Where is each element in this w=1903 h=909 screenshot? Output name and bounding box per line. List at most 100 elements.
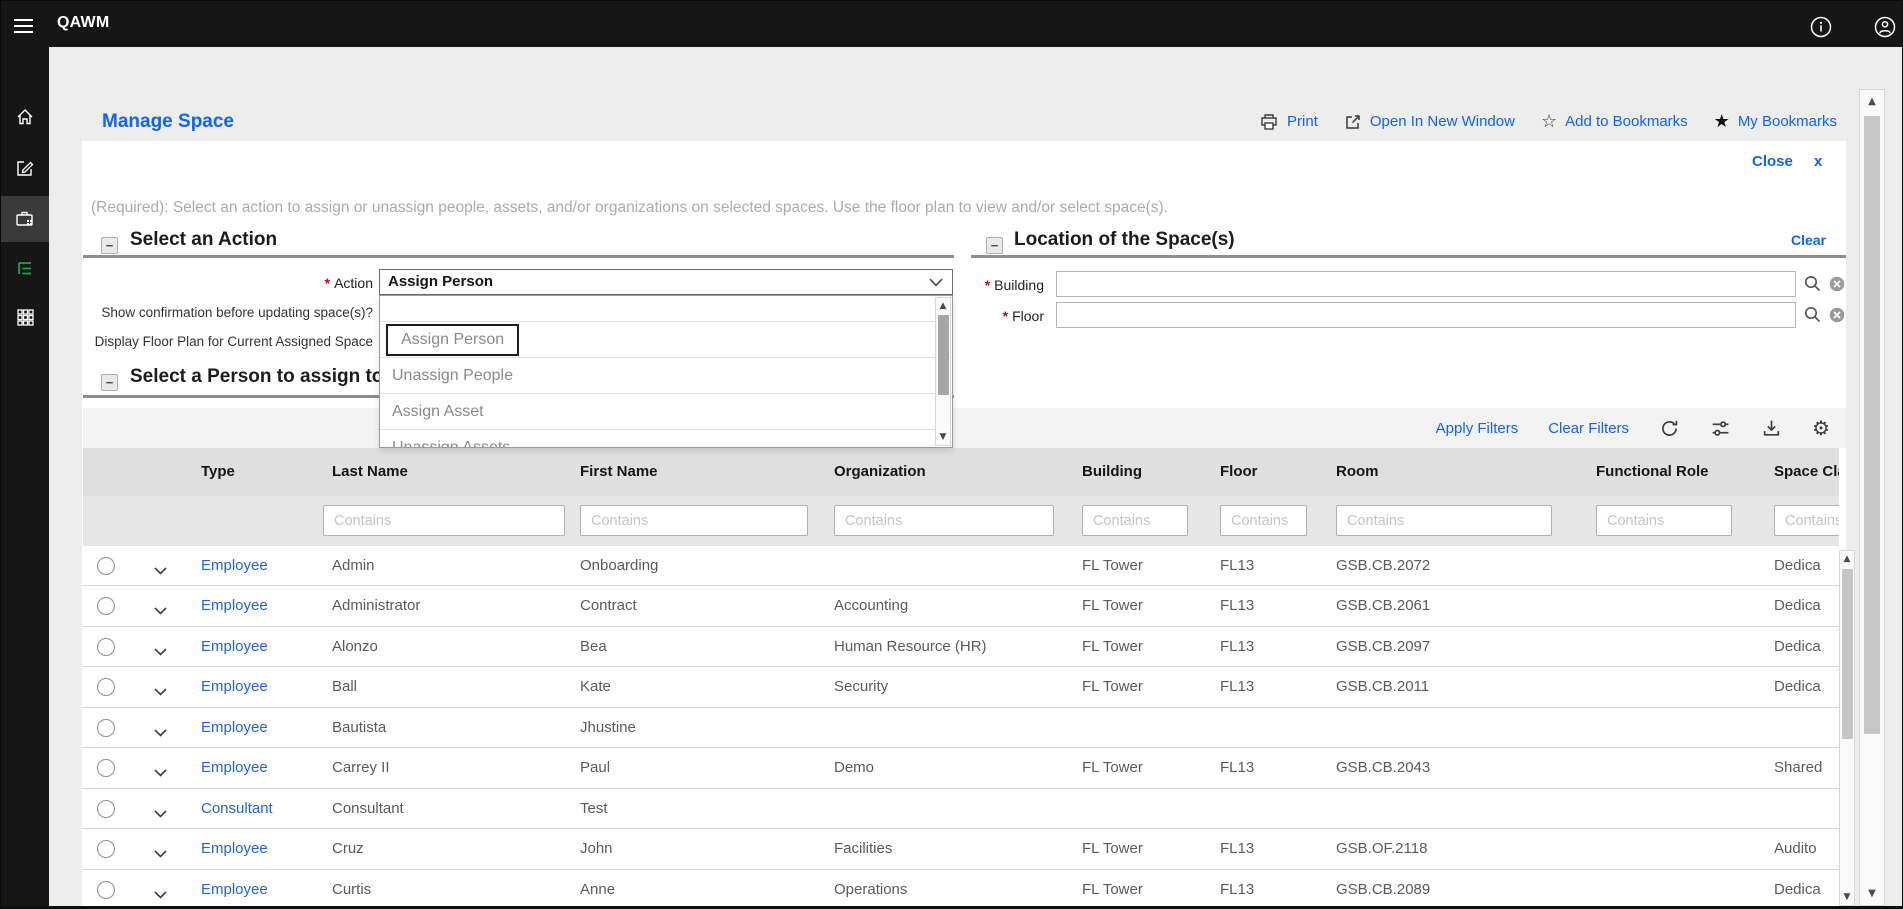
sidebar-item-manage-space[interactable] (1, 196, 49, 242)
row-expand-chevron-icon[interactable] (154, 724, 167, 742)
cell-type[interactable]: Employee (201, 870, 268, 909)
column-header-first[interactable]: First Name (580, 448, 658, 496)
floor-search-icon[interactable] (1803, 305, 1822, 324)
scroll-up-icon[interactable]: ▲ (936, 301, 950, 311)
cell-first: Onboarding (580, 546, 658, 586)
sidebar-item-apps-grid[interactable] (1, 294, 49, 340)
dropdown-option[interactable]: Unassign People (380, 358, 952, 394)
info-icon[interactable] (1809, 15, 1833, 39)
cell-type[interactable]: Employee (201, 748, 268, 788)
scroll-down-icon[interactable]: ▼ (936, 432, 950, 442)
user-avatar-icon[interactable] (1873, 15, 1897, 39)
floor-input[interactable] (1056, 302, 1796, 328)
sidebar-item-edit[interactable] (1, 145, 49, 191)
column-header-building[interactable]: Building (1082, 448, 1142, 496)
location-clear-link[interactable]: Clear (1791, 232, 1826, 248)
scroll-up-icon[interactable]: ▲ (1840, 554, 1854, 564)
building-input[interactable] (1056, 271, 1796, 297)
refresh-icon[interactable] (1659, 418, 1680, 439)
filter-input-func[interactable] (1596, 505, 1732, 536)
column-header-org[interactable]: Organization (834, 448, 926, 496)
table-header-row: Type Last Name First Name Organization Build… (83, 448, 1839, 496)
dropdown-option[interactable]: Assign Person (380, 322, 952, 358)
row-radio-button[interactable] (97, 881, 115, 899)
cell-first: Anne (580, 870, 615, 909)
column-header-floor[interactable]: Floor (1220, 448, 1258, 496)
column-header-space[interactable]: Space Cla (1774, 448, 1839, 496)
filter-input-last[interactable] (323, 505, 565, 536)
row-expand-chevron-icon[interactable] (154, 683, 167, 701)
print-button[interactable]: Print (1259, 112, 1318, 132)
clear-filters-link[interactable]: Clear Filters (1548, 420, 1629, 437)
gear-icon[interactable]: ⚙ (1812, 416, 1830, 440)
table-row: EmployeeAdminOnboardingFL TowerFL13GSB.C… (83, 546, 1839, 586)
cell-type[interactable]: Employee (201, 829, 268, 869)
collapse-action-section-button[interactable]: − (101, 237, 118, 254)
building-clear-icon[interactable] (1829, 276, 1845, 292)
dropdown-option[interactable]: Assign Asset (380, 394, 952, 430)
scroll-down-icon[interactable]: ▼ (1840, 892, 1854, 902)
filter-input-first[interactable] (580, 505, 808, 536)
filter-input-space[interactable] (1774, 505, 1839, 536)
add-to-bookmarks-button[interactable]: ☆ Add to Bookmarks (1541, 111, 1688, 132)
cell-type[interactable]: Employee (201, 708, 268, 748)
page-scrollbar[interactable]: ▲ ▼ (1859, 89, 1885, 906)
hamburger-menu-icon[interactable] (14, 15, 33, 37)
table-scrollbar[interactable]: ▲ ▼ (1839, 550, 1855, 906)
close-button[interactable]: Close (1752, 153, 1793, 170)
cell-type[interactable]: Consultant (201, 789, 273, 829)
scroll-down-icon[interactable]: ▼ (1860, 888, 1884, 899)
dropdown-option[interactable] (380, 296, 952, 322)
dropdown-scrollbar[interactable]: ▲ ▼ (935, 297, 951, 446)
row-expand-chevron-icon[interactable] (154, 886, 167, 904)
row-expand-chevron-icon[interactable] (154, 764, 167, 782)
collapse-person-section-button[interactable]: − (101, 374, 118, 391)
filter-input-room[interactable] (1336, 505, 1552, 536)
settings-adjust-icon[interactable] (1710, 418, 1731, 439)
filter-input-building[interactable] (1082, 505, 1188, 536)
scroll-up-icon[interactable]: ▲ (1860, 96, 1884, 107)
column-header-type[interactable]: Type (201, 448, 235, 496)
sidebar-item-hierarchy[interactable] (1, 246, 49, 292)
cell-type[interactable]: Employee (201, 586, 268, 626)
collapse-location-section-button[interactable]: − (986, 237, 1003, 254)
row-radio-button[interactable] (97, 719, 115, 737)
download-icon[interactable] (1761, 418, 1782, 439)
apply-filters-link[interactable]: Apply Filters (1436, 420, 1519, 437)
building-search-icon[interactable] (1803, 274, 1822, 293)
filter-input-floor[interactable] (1220, 505, 1307, 536)
row-expand-chevron-icon[interactable] (154, 602, 167, 620)
person-section-title: Select a Person to assign to (130, 366, 383, 388)
action-section-divider (83, 255, 954, 258)
row-radio-button[interactable] (97, 597, 115, 615)
floor-clear-icon[interactable] (1829, 307, 1845, 323)
close-x-button[interactable]: x (1814, 153, 1822, 170)
column-header-room[interactable]: Room (1336, 448, 1379, 496)
column-header-last[interactable]: Last Name (332, 448, 408, 496)
row-expand-chevron-icon[interactable] (154, 643, 167, 661)
column-header-func[interactable]: Functional Role (1596, 448, 1709, 496)
table-scrollbar-thumb[interactable] (1842, 569, 1853, 739)
row-radio-button[interactable] (97, 800, 115, 818)
open-new-window-button[interactable]: Open In New Window (1344, 113, 1515, 131)
sidebar-item-home[interactable] (1, 94, 49, 140)
row-expand-chevron-icon[interactable] (154, 562, 167, 580)
my-bookmarks-button[interactable]: ★ My Bookmarks (1714, 111, 1837, 132)
row-radio-button[interactable] (97, 840, 115, 858)
action-combobox[interactable]: Assign Person (379, 269, 953, 295)
page-title: Manage Space (102, 111, 234, 133)
row-radio-button[interactable] (97, 557, 115, 575)
action-dropdown-list: Assign PersonUnassign PeopleAssign Asset… (379, 295, 953, 448)
row-radio-button[interactable] (97, 759, 115, 777)
dropdown-scrollbar-thumb[interactable] (938, 315, 949, 395)
cell-type[interactable]: Employee (201, 627, 268, 667)
dropdown-option[interactable]: Unassign Assets (380, 430, 952, 448)
row-radio-button[interactable] (97, 678, 115, 696)
row-radio-button[interactable] (97, 638, 115, 656)
cell-type[interactable]: Employee (201, 667, 268, 707)
row-expand-chevron-icon[interactable] (154, 805, 167, 823)
filter-input-org[interactable] (834, 505, 1054, 536)
cell-type[interactable]: Employee (201, 546, 268, 586)
row-expand-chevron-icon[interactable] (154, 845, 167, 863)
page-scrollbar-thumb[interactable] (1864, 116, 1880, 734)
